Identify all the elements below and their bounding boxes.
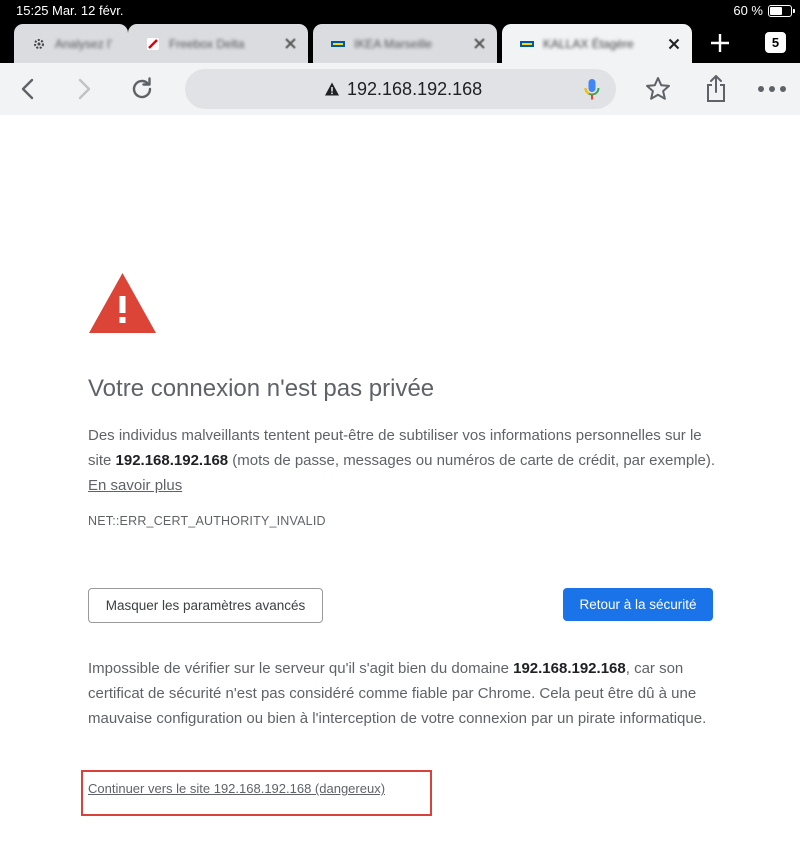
- back-button[interactable]: [12, 73, 44, 105]
- tab-switcher-button[interactable]: 5: [765, 32, 786, 53]
- details-paragraph: Impossible de vérifier sur le serveur qu…: [88, 656, 720, 731]
- hide-advanced-button[interactable]: Masquer les paramètres avancés: [88, 588, 323, 623]
- learn-more-link[interactable]: En savoir plus: [88, 477, 182, 494]
- ikea-favicon-icon: [331, 37, 345, 51]
- menu-button[interactable]: [756, 73, 788, 105]
- reload-icon: [132, 77, 152, 99]
- chevron-left-icon: [21, 78, 34, 100]
- share-icon: [707, 75, 725, 102]
- intro-paragraph: Des individus malveillants tentent peut-…: [88, 423, 720, 498]
- warning-triangle-icon[interactable]: [324, 81, 340, 97]
- tab-kallax[interactable]: KALLAX Étagère: [502, 24, 692, 63]
- close-tab-icon[interactable]: [471, 36, 487, 52]
- tab-title: Freebox Delta: [169, 36, 245, 51]
- details-host: 192.168.192.168: [513, 660, 626, 677]
- toolbar: 192.168.192.168: [0, 63, 800, 115]
- details-text: Impossible de vérifier sur le serveur qu…: [88, 660, 514, 677]
- warning-triangle-icon: [89, 273, 156, 333]
- close-tab-icon[interactable]: [282, 36, 298, 52]
- battery-percentage: 60 %: [733, 3, 763, 18]
- ikea-favicon-icon: [520, 37, 534, 51]
- close-tab-icon[interactable]: [666, 36, 682, 52]
- intro-text-cont: (mots de passe, messages ou numéros de c…: [228, 452, 716, 469]
- new-tab-button[interactable]: [706, 29, 734, 57]
- tab-freebox[interactable]: Freebox Delta: [128, 24, 308, 63]
- more-dots-icon: [758, 86, 786, 92]
- star-icon: [646, 77, 670, 100]
- tab-title: KALLAX Étagère: [543, 36, 634, 51]
- tab-title: Analysez l': [55, 36, 112, 51]
- reload-button[interactable]: [126, 73, 158, 105]
- bookmark-button[interactable]: [642, 73, 674, 105]
- proceed-unsafe-link[interactable]: Continuer vers le site 192.168.192.168 (…: [88, 781, 385, 796]
- status-time: 15:25: [16, 3, 49, 18]
- tab-strip: Analysez l' Freebox Delta IKEA Marseille…: [0, 22, 800, 63]
- omnibox[interactable]: 192.168.192.168: [185, 69, 616, 109]
- status-bar: 15:25 Mar. 12 févr. 60 %: [0, 0, 800, 22]
- url-text[interactable]: 192.168.192.168: [347, 79, 482, 100]
- intro-host: 192.168.192.168: [115, 452, 229, 469]
- tab-analysez[interactable]: Analysez l': [14, 24, 128, 63]
- microphone-icon[interactable]: [583, 77, 601, 103]
- chevron-right-icon: [78, 78, 91, 100]
- tab-title: IKEA Marseille: [354, 36, 433, 51]
- status-date: Mar. 12 févr.: [52, 3, 124, 18]
- gear-favicon-icon: [32, 37, 46, 51]
- page-title: Votre connexion n'est pas privée: [88, 375, 435, 402]
- forward-button[interactable]: [68, 73, 100, 105]
- error-code: NET::ERR_CERT_AUTHORITY_INVALID: [88, 514, 326, 528]
- back-to-safety-button[interactable]: Retour à la sécurité: [563, 588, 713, 621]
- freebox-favicon-icon: [146, 37, 160, 51]
- plus-icon: [711, 34, 729, 52]
- tab-ikea-marseille[interactable]: IKEA Marseille: [313, 24, 497, 63]
- battery-icon: [768, 5, 795, 17]
- share-button[interactable]: [700, 73, 732, 105]
